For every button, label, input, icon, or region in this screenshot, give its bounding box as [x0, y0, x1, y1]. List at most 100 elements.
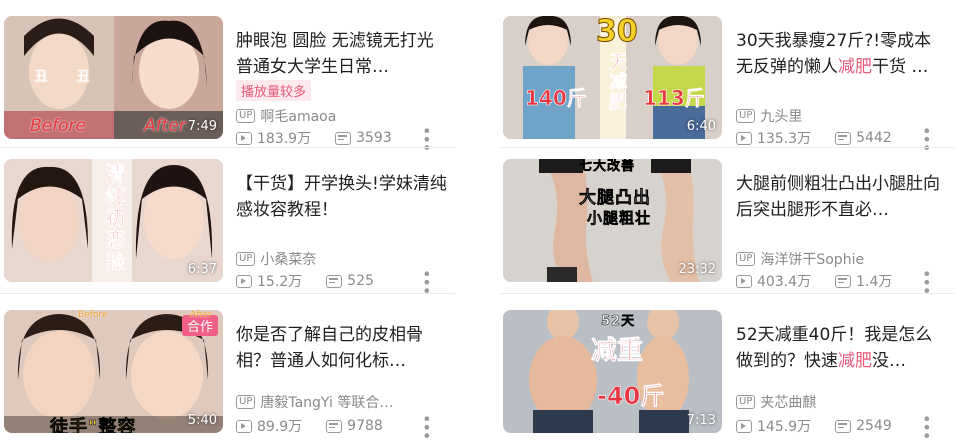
- view-count-value: 15.2万: [257, 274, 303, 290]
- video-duration: 23:32: [678, 262, 716, 277]
- ugly-mark: 丑: [76, 69, 90, 85]
- stats-row: 145.9万 2549 •••: [736, 414, 948, 439]
- video-card[interactable]: 合作 Before After 徒手"整容 5:40 你是否了解自己的皮相骨相？…: [0, 308, 455, 439]
- popular-badge: 播放量较多: [236, 80, 312, 101]
- up-icon: UP: [236, 109, 256, 123]
- view-count-value: 183.9万: [257, 131, 312, 147]
- video-duration: 6:37: [187, 262, 217, 277]
- title-text: 大腿前侧粗壮凸出小腿肚向后突出腿形不直必…: [736, 174, 940, 220]
- title-text: 【干货】开学换头!学妹清纯感妆容教程！: [236, 174, 447, 220]
- view-count-value: 145.9万: [757, 419, 812, 435]
- stats-row: 135.3万 5442 •••: [736, 126, 948, 151]
- up-icon: UP: [736, 109, 756, 123]
- video-thumbnail[interactable]: 52天 减重 -40斤 7:13: [503, 310, 722, 433]
- days-label: 52天: [601, 314, 636, 330]
- uploader-name: 九头里: [760, 109, 803, 125]
- danmaku-icon: [835, 274, 852, 288]
- more-icon[interactable]: •••: [917, 414, 936, 439]
- left-feed-column: 丑 丑 Before After 7:49 肿眼泡 圆脸 无滤镜无打光 普通女大…: [0, 0, 455, 446]
- up-icon: UP: [736, 252, 756, 266]
- uploader-row[interactable]: UP 夹芯曲麒: [736, 392, 816, 412]
- up-icon: UP: [236, 395, 256, 409]
- video-card[interactable]: 丑 丑 Before After 7:49 肿眼泡 圆脸 无滤镜无打光 普通女大…: [0, 14, 455, 151]
- danmaku-count-value: 525: [347, 273, 374, 289]
- title-keyword-highlight: 减肥: [838, 57, 872, 77]
- view-count: 403.4万: [736, 271, 811, 291]
- ugly-mark: 丑: [34, 69, 48, 85]
- video-title[interactable]: 肿眼泡 圆脸 无滤镜无打光 普通女大学生日常…: [236, 28, 448, 80]
- after-label: After: [144, 116, 186, 136]
- uploader-name: 夹芯曲麒: [760, 395, 817, 411]
- thumbnail-caption: 减重: [591, 336, 644, 367]
- danmaku-count: 5442: [835, 130, 892, 146]
- uploader-row[interactable]: UP 啊毛amaoa: [236, 106, 336, 126]
- thumbnail-caption: 大腿凸出: [579, 188, 651, 209]
- more-icon[interactable]: •••: [417, 414, 436, 439]
- play-icon: [736, 274, 752, 288]
- title-text: 没…: [872, 351, 906, 371]
- stats-row: 15.2万 525 •••: [236, 269, 448, 294]
- play-icon: [236, 274, 252, 288]
- video-thumbnail[interactable]: 七大改善 大腿凸出 小腿粗壮 23:32: [503, 159, 722, 282]
- video-card[interactable]: 30 天减肥 140斤 113斤 6:40 30天我暴瘦27斤?!零成本无反弹的…: [500, 14, 955, 151]
- play-icon: [236, 131, 252, 145]
- play-icon: [736, 419, 752, 433]
- danmaku-count-value: 5442: [856, 130, 892, 146]
- video-duration: 6:40: [686, 119, 716, 134]
- danmaku-count-value: 3593: [356, 130, 392, 146]
- danmaku-icon: [835, 131, 852, 145]
- title-text: 你是否了解自己的皮相骨相？普通人如何化标…: [236, 325, 423, 371]
- video-title[interactable]: 大腿前侧粗壮凸出小腿肚向后突出腿形不直必…: [736, 171, 948, 223]
- view-count-value: 89.9万: [257, 419, 303, 435]
- title-text: 肿眼泡 圆脸 无滤镜无打光 普通女大学生日常…: [236, 31, 434, 77]
- uploader-row[interactable]: UP 九头里: [736, 106, 802, 126]
- video-thumbnail[interactable]: 合作 Before After 徒手"整容 5:40: [4, 310, 223, 433]
- uploader-name: 小桑菜奈: [260, 252, 317, 268]
- before-label: Before: [30, 116, 86, 136]
- more-icon[interactable]: •••: [417, 269, 436, 294]
- weight-before: 140斤: [525, 86, 587, 111]
- danmaku-count: 525: [326, 273, 374, 289]
- uploader-row[interactable]: UP 小桑菜奈: [236, 249, 316, 269]
- video-card[interactable]: 52天 减重 -40斤 7:13 52天减重40斤！我是怎么做到的？快速减肥没……: [500, 308, 955, 439]
- danmaku-count: 9788: [326, 418, 383, 434]
- uploader-row[interactable]: UP 海洋饼干Sophie: [736, 249, 864, 269]
- weight-after: 113斤: [643, 86, 705, 111]
- uploader-row[interactable]: UP 唐毅TangYi 等联合…: [236, 392, 393, 412]
- danmaku-icon: [335, 131, 352, 145]
- video-title[interactable]: 30天我暴瘦27斤?!零成本无反弹的懒人减肥干货 …: [736, 28, 948, 80]
- danmaku-icon: [326, 419, 343, 433]
- danmaku-icon: [326, 274, 343, 288]
- divider: [500, 293, 955, 294]
- title-keyword-highlight: 减肥: [838, 351, 872, 371]
- thumbnail-caption: 天减肥: [606, 52, 628, 113]
- danmaku-icon: [835, 419, 852, 433]
- uploader-name: 啊毛amaoa: [260, 109, 337, 125]
- uploader-name: 海洋饼干Sophie: [760, 252, 865, 268]
- thumbnail-caption: 徒手"整容: [50, 417, 137, 433]
- divider: [0, 147, 455, 148]
- video-card[interactable]: 清纯初恋脸 6:37 【干货】开学换头!学妹清纯感妆容教程！ UP 小桑菜奈 1…: [0, 157, 455, 294]
- divider: [500, 147, 955, 148]
- days-number: 30: [596, 16, 639, 50]
- view-count: 15.2万: [236, 271, 302, 291]
- thumbnail-top-caption: 七大改善: [579, 159, 636, 174]
- view-count: 183.9万: [236, 128, 311, 148]
- video-duration: 5:40: [187, 413, 217, 428]
- more-icon[interactable]: •••: [917, 269, 936, 294]
- thumbnail-caption: 小腿粗壮: [587, 209, 652, 228]
- danmaku-count-value: 2549: [856, 418, 892, 434]
- danmaku-count: 2549: [835, 418, 892, 434]
- video-title[interactable]: 52天减重40斤！我是怎么做到的？快速减肥没…: [736, 322, 948, 374]
- video-duration: 7:49: [187, 119, 217, 134]
- video-thumbnail[interactable]: 丑 丑 Before After 7:49: [4, 16, 223, 139]
- up-icon: UP: [236, 252, 256, 266]
- video-thumbnail[interactable]: 清纯初恋脸 6:37: [4, 159, 223, 282]
- video-card[interactable]: 七大改善 大腿凸出 小腿粗壮 23:32 大腿前侧粗壮凸出小腿肚向后突出腿形不直…: [500, 157, 955, 294]
- video-title[interactable]: 你是否了解自己的皮相骨相？普通人如何化标…: [236, 322, 448, 374]
- video-thumbnail[interactable]: 30 天减肥 140斤 113斤 6:40: [503, 16, 722, 139]
- video-duration: 7:13: [686, 413, 716, 428]
- view-count: 135.3万: [736, 128, 811, 148]
- thumbnail-caption: 清纯初恋脸: [102, 163, 127, 274]
- video-title[interactable]: 【干货】开学换头!学妹清纯感妆容教程！: [236, 171, 448, 223]
